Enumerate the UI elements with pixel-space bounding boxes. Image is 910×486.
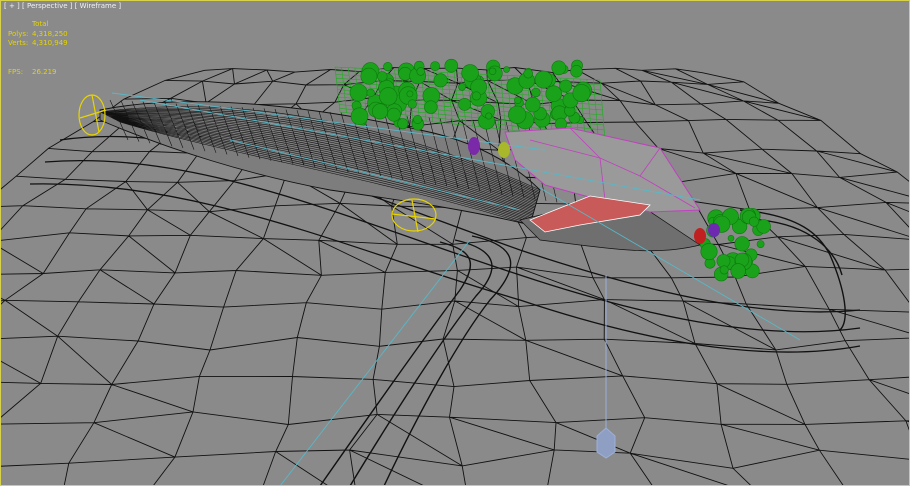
verts-value: 4,310,949 [32,39,68,47]
viewport-view-menu[interactable]: [ Perspective ] [22,2,72,10]
road-mesh [319,209,846,486]
scene-statistics: Total Polys: 4,318,250 Verts: 4,310,949 FP… [8,20,68,77]
verts-label: Verts: [8,39,29,47]
scene-canvas[interactable] [0,0,910,486]
camera-helper-center[interactable] [391,198,437,233]
fps-value: 26.219 [32,67,57,76]
stats-header: Total [32,20,49,28]
viewport-shading-menu[interactable]: [ Wireframe ] [75,2,121,10]
viewport-plus-menu[interactable]: [ + ] [4,2,20,10]
fps-label: FPS: [8,67,24,76]
viewport-label[interactable]: [ + ] [ Perspective ] [ Wireframe ] [4,2,121,10]
polys-value: 4,318,250 [32,29,68,38]
perspective-viewport[interactable]: [ + ] [ Perspective ] [ Wireframe ] Tota… [0,0,910,486]
polys-label: Polys: [8,29,29,38]
